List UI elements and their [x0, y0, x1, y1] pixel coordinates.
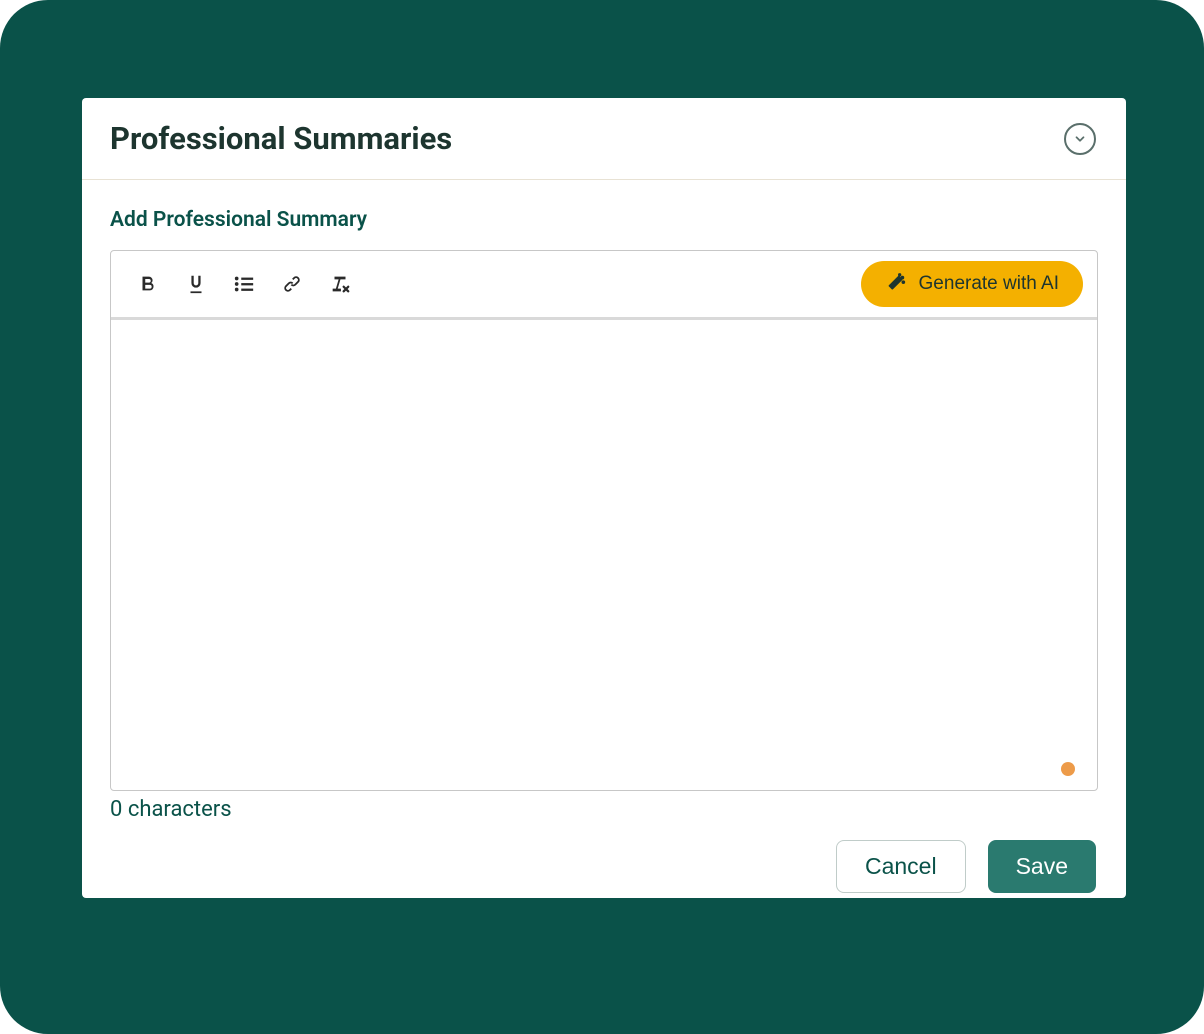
collapse-button[interactable]: [1064, 123, 1096, 155]
editor-wrapper: Generate with AI: [110, 250, 1098, 791]
clear-formatting-button[interactable]: [327, 271, 353, 297]
magic-wand-icon: [885, 273, 907, 295]
chevron-down-icon: [1073, 132, 1087, 146]
link-icon: [281, 273, 303, 295]
bold-icon: [137, 273, 159, 295]
action-buttons: Cancel Save: [110, 840, 1098, 893]
underline-button[interactable]: [183, 271, 209, 297]
character-count: 0 characters: [110, 797, 1098, 822]
clear-formatting-icon: [329, 273, 351, 295]
link-button[interactable]: [279, 271, 305, 297]
editor-toolbar: Generate with AI: [111, 251, 1097, 320]
bullet-list-button[interactable]: [231, 271, 257, 297]
card-body: Add Professional Summary: [82, 180, 1126, 913]
card-header: Professional Summaries: [82, 98, 1126, 180]
summary-card: Professional Summaries Add Professional …: [82, 98, 1126, 898]
outer-frame: Professional Summaries Add Professional …: [0, 0, 1204, 1034]
generate-ai-label: Generate with AI: [919, 273, 1059, 295]
editor-textarea[interactable]: [111, 320, 1097, 790]
bold-button[interactable]: [135, 271, 161, 297]
bullet-list-icon: [233, 273, 255, 295]
toolbar-left: [135, 271, 353, 297]
cancel-button[interactable]: Cancel: [836, 840, 966, 893]
subtitle: Add Professional Summary: [110, 208, 1098, 232]
save-button[interactable]: Save: [988, 840, 1096, 893]
generate-ai-button[interactable]: Generate with AI: [861, 261, 1083, 307]
underline-icon: [185, 273, 207, 295]
grammarly-indicator-icon[interactable]: [1061, 762, 1075, 776]
card-title: Professional Summaries: [110, 120, 452, 157]
